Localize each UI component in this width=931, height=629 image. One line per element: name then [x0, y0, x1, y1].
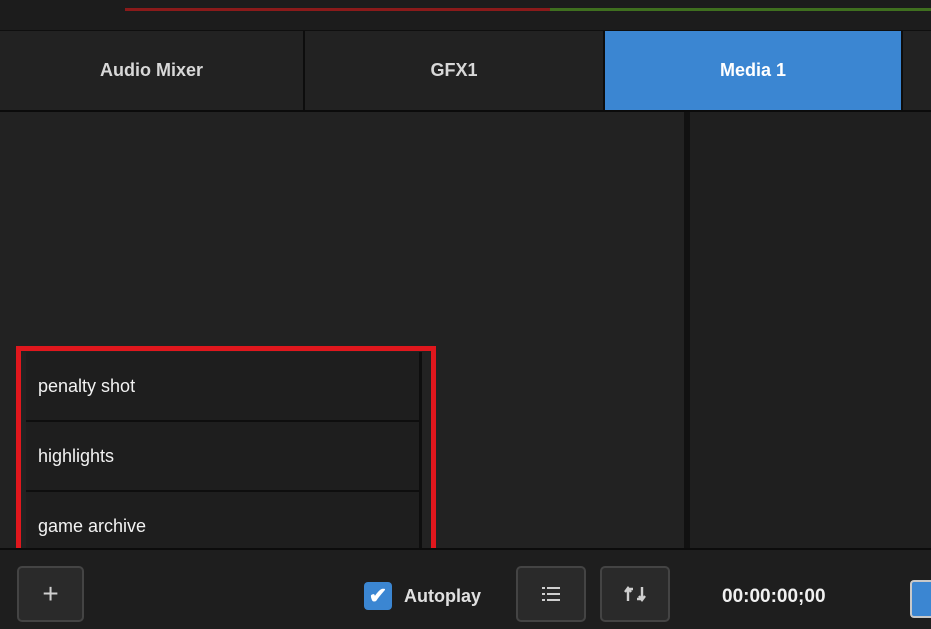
list-item-penalty-shot[interactable]: penalty shot [26, 352, 422, 422]
autoplay-toggle[interactable]: ✔ Autoplay [364, 580, 481, 612]
playlist-mode-button[interactable] [516, 566, 586, 622]
tab-next[interactable] [903, 31, 931, 110]
plus-icon: + [42, 578, 59, 609]
checkmark-icon: ✔ [368, 583, 388, 608]
media-list: penalty shot highlights game archive [26, 352, 422, 562]
timecode-display: 00:00:00;00 [722, 586, 826, 607]
tab-gfx1[interactable]: GFX1 [305, 31, 605, 110]
list-icon [542, 587, 560, 601]
tab-bar: Audio Mixer GFX1 Media 1 [0, 31, 931, 112]
top-status-bar [0, 0, 931, 31]
autoplay-label: Autoplay [404, 585, 482, 606]
loop-icon [624, 586, 646, 602]
media-preview-panel [690, 112, 931, 548]
add-media-button[interactable]: + [17, 566, 84, 622]
tab-media-1[interactable]: Media 1 [605, 31, 903, 110]
status-indicator-red [125, 8, 550, 11]
play-button-partial[interactable] [910, 580, 931, 618]
autoplay-checkbox[interactable]: ✔ [364, 582, 392, 610]
list-item-highlights[interactable]: highlights [26, 422, 422, 492]
loop-button[interactable] [600, 566, 670, 622]
status-indicator-green [550, 8, 931, 11]
tab-audio-mixer[interactable]: Audio Mixer [0, 31, 305, 110]
